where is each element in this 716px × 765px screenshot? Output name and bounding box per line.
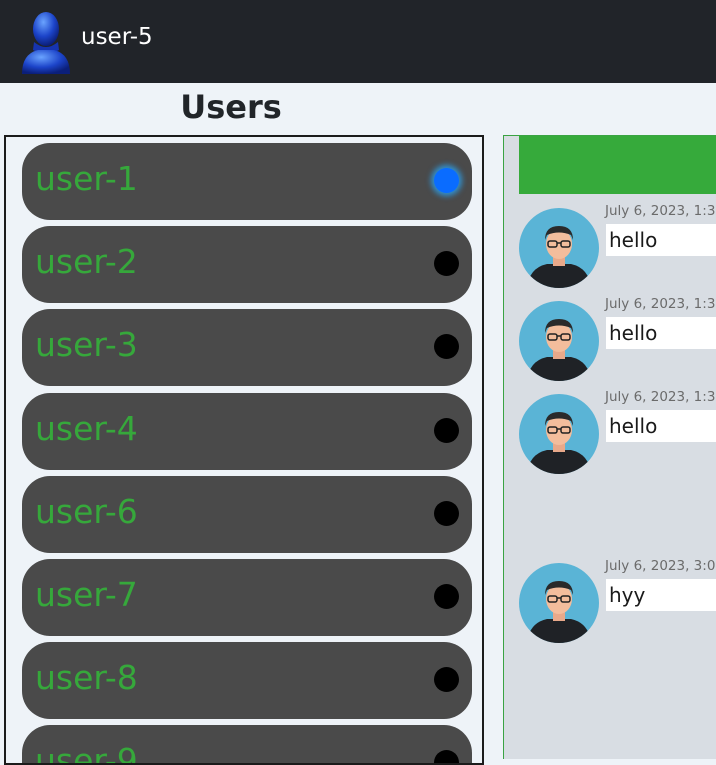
offline-status-dot — [434, 750, 459, 763]
message-bubble: hello — [606, 317, 716, 349]
chat-message: July 6, 2023, 1:38 hello — [504, 203, 716, 298]
message-text: hello — [609, 414, 658, 438]
top-navbar: user-5 — [0, 0, 716, 83]
user-name: user-7 — [35, 575, 138, 614]
chat-message: July 6, 2023, 1:38 hello — [504, 296, 716, 391]
message-bubble: hello — [606, 410, 716, 442]
user-list-item[interactable]: user-4 — [22, 393, 472, 470]
user-name: user-6 — [35, 492, 138, 531]
message-timestamp: July 6, 2023, 1:38 — [605, 296, 716, 312]
user-list-item[interactable]: user-2 — [22, 226, 472, 303]
user-name: user-1 — [35, 159, 138, 198]
message-timestamp: July 6, 2023, 1:38 — [605, 203, 716, 219]
users-heading: Users — [180, 88, 282, 126]
user-list-item[interactable]: user-8 — [22, 642, 472, 719]
offline-status-dot — [434, 251, 459, 276]
message-bubble: hello — [606, 224, 716, 256]
user-name: user-4 — [35, 409, 138, 448]
offline-status-dot — [434, 418, 459, 443]
offline-status-dot — [434, 667, 459, 692]
user-avatar-icon[interactable] — [20, 8, 72, 74]
person-avatar-icon — [519, 301, 599, 381]
chat-header — [519, 136, 716, 194]
offline-status-dot — [434, 584, 459, 609]
offline-status-dot — [434, 501, 459, 526]
message-bubble: hyy — [606, 579, 716, 611]
online-status-dot — [434, 168, 459, 193]
user-name: user-3 — [35, 325, 138, 364]
message-timestamp: July 6, 2023, 1:38 — [605, 389, 716, 405]
chat-panel: July 6, 2023, 1:38 hello July 6, 2023, 1… — [503, 135, 716, 759]
user-list-item[interactable]: user-9 — [22, 725, 472, 765]
message-timestamp: July 6, 2023, 3:08 — [605, 558, 716, 574]
user-name: user-8 — [35, 658, 138, 697]
message-text: hello — [609, 228, 658, 252]
user-list-item[interactable]: user-6 — [22, 476, 472, 553]
current-username: user-5 — [81, 24, 153, 50]
chat-message: July 6, 2023, 1:38 hello — [504, 389, 716, 484]
chat-message: July 6, 2023, 3:08 hyy — [504, 558, 716, 653]
users-list: user-1 user-2 user-3 user-4 user-6 user-… — [4, 135, 484, 765]
person-avatar-icon — [519, 208, 599, 288]
person-avatar-icon — [519, 563, 599, 643]
user-list-item[interactable]: user-7 — [22, 559, 472, 636]
user-name: user-9 — [35, 741, 138, 765]
offline-status-dot — [434, 334, 459, 359]
user-list-item[interactable]: user-1 — [22, 143, 472, 220]
person-avatar-icon — [519, 394, 599, 474]
user-list-item[interactable]: user-3 — [22, 309, 472, 386]
message-text: hello — [609, 321, 658, 345]
user-name: user-2 — [35, 242, 138, 281]
message-text: hyy — [609, 583, 646, 607]
